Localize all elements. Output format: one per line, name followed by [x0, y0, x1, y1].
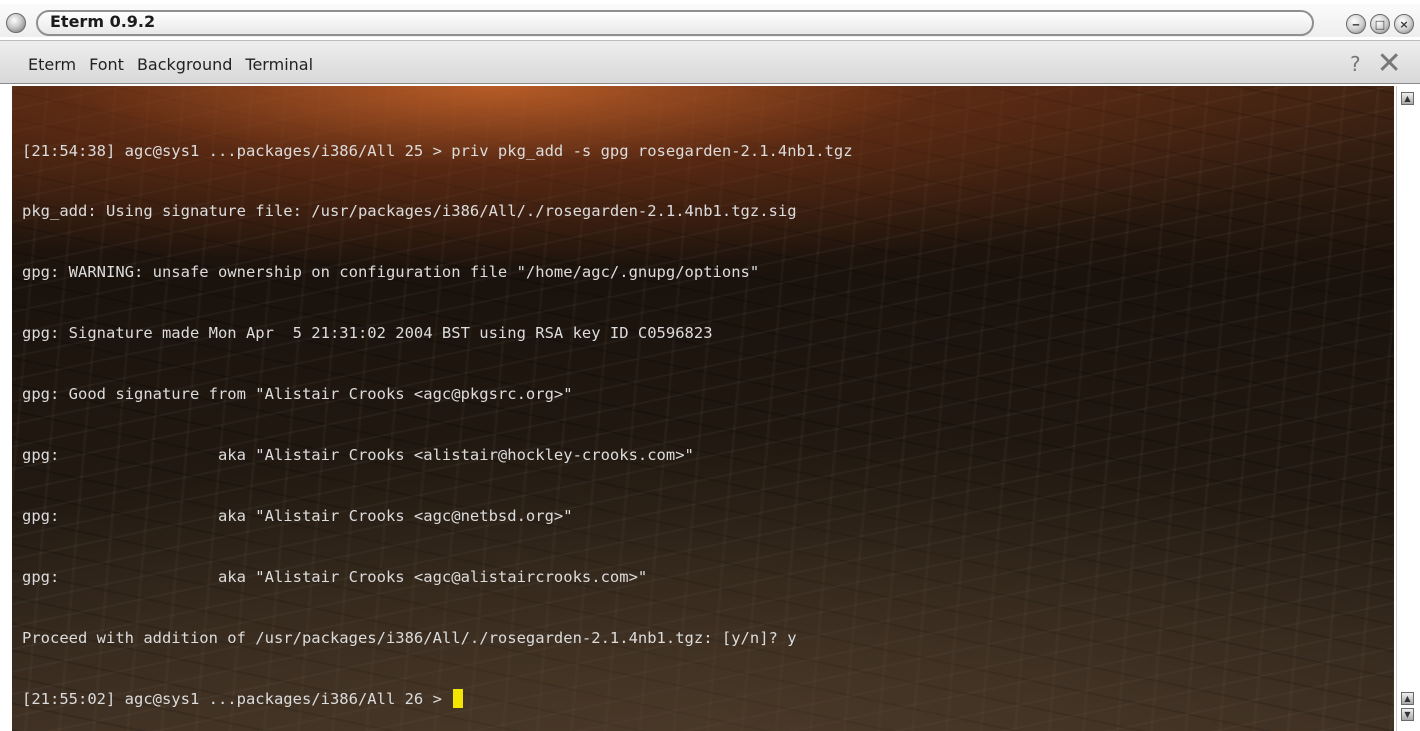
terminal-line: gpg: Good signature from "Alistair Crook…: [22, 385, 573, 404]
menu-close-icon[interactable]: ✕: [1377, 49, 1402, 79]
terminal-line: [21:54:38] agc@sys1 ...packages/i386/All…: [22, 141, 853, 160]
scroll-up-icon[interactable]: ▲: [1401, 92, 1414, 105]
eterm-window: Eterm 0.9.2 ‒ □ × Eterm Font Background …: [0, 0, 1420, 731]
prompt-line: [21:55:02] agc@sys1 ...packages/i386/All…: [22, 688, 853, 709]
menu-bar: Eterm Font Background Terminal ? ✕: [0, 40, 1420, 84]
terminal-line: gpg: aka "Alistair Crooks <agc@alistairc…: [22, 567, 648, 586]
menu-background[interactable]: Background: [137, 55, 232, 75]
terminal-line: Proceed with addition of /usr/packages/i…: [22, 628, 797, 647]
terminal-line: gpg: WARNING: unsafe ownership on config…: [22, 263, 760, 282]
scroll-up-lower-icon[interactable]: ▲: [1401, 692, 1414, 705]
title-pill: [36, 10, 1314, 36]
menu-items: Eterm Font Background Terminal: [28, 55, 313, 75]
terminal-line: gpg: aka "Alistair Crooks <alistair@hock…: [22, 446, 694, 465]
window-title: Eterm 0.9.2: [50, 12, 156, 31]
help-icon[interactable]: ?: [1350, 52, 1361, 76]
menu-right-controls: ? ✕: [1350, 49, 1414, 79]
terminal-line: gpg: aka "Alistair Crooks <agc@netbsd.or…: [22, 506, 573, 525]
terminal-output: [21:54:38] agc@sys1 ...packages/i386/All…: [22, 100, 853, 731]
text-cursor: [453, 688, 464, 708]
menu-eterm[interactable]: Eterm: [28, 55, 76, 75]
menu-terminal[interactable]: Terminal: [245, 55, 313, 75]
menu-font[interactable]: Font: [89, 55, 124, 75]
title-bar[interactable]: Eterm 0.9.2 ‒ □ ×: [0, 4, 1420, 37]
terminal-area[interactable]: [21:54:38] agc@sys1 ...packages/i386/All…: [12, 86, 1394, 731]
close-icon[interactable]: ×: [1394, 14, 1414, 34]
maximize-icon[interactable]: □: [1370, 14, 1390, 34]
terminal-line: gpg: Signature made Mon Apr 5 21:31:02 2…: [22, 324, 713, 343]
scroll-down-icon[interactable]: ▼: [1401, 708, 1414, 721]
vertical-scrollbar[interactable]: ▲ ▲ ▼: [1396, 86, 1418, 731]
window-controls: ‒ □ ×: [1322, 12, 1414, 36]
window-menu-orb-icon[interactable]: [6, 13, 26, 33]
shell-prompt: [21:55:02] agc@sys1 ...packages/i386/All…: [22, 689, 452, 708]
terminal-line: pkg_add: Using signature file: /usr/pack…: [22, 202, 797, 221]
minimize-icon[interactable]: ‒: [1346, 14, 1366, 34]
